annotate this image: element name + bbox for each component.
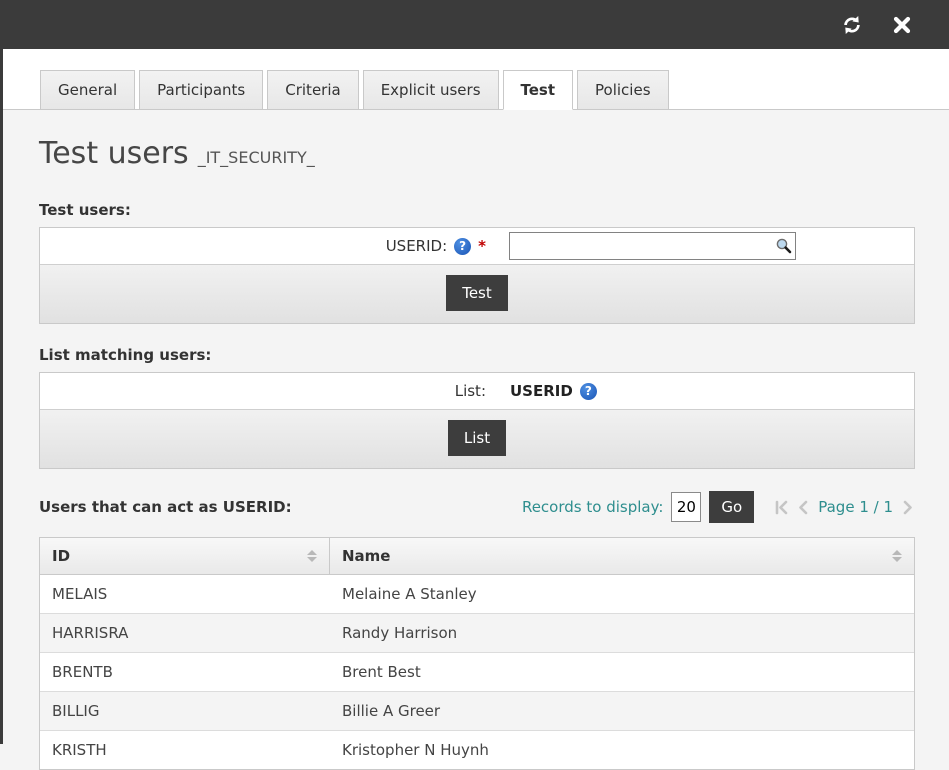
search-icon[interactable] bbox=[775, 237, 792, 254]
tab-participants[interactable]: Participants bbox=[139, 70, 263, 110]
list-label: List: bbox=[455, 382, 486, 400]
cell-name: Brent Best bbox=[330, 653, 914, 691]
pagination: Page 1 / 1 bbox=[774, 498, 915, 516]
content-area: Test users _IT_SECURITY_ Test users: USE… bbox=[0, 136, 949, 769]
column-header-id[interactable]: ID bbox=[40, 538, 330, 574]
userid-help-icon[interactable]: ? bbox=[454, 238, 471, 255]
prev-page-icon[interactable] bbox=[796, 500, 808, 515]
table-row[interactable]: BILLIG Billie A Greer bbox=[40, 692, 914, 731]
userid-label: USERID: bbox=[386, 237, 447, 255]
list-matching-panel: List: USERID ? List bbox=[39, 372, 915, 469]
tab-explicit-users[interactable]: Explicit users bbox=[363, 70, 499, 110]
page-indicator: Page 1 / 1 bbox=[818, 498, 893, 516]
page-title: Test users bbox=[39, 136, 189, 171]
table-row[interactable]: MELAIS Melaine A Stanley bbox=[40, 575, 914, 614]
cell-id: BRENTB bbox=[40, 653, 330, 691]
list-help-icon[interactable]: ? bbox=[580, 383, 597, 400]
list-button[interactable]: List bbox=[448, 420, 506, 456]
cell-id: BILLIG bbox=[40, 692, 330, 730]
cell-id: KRISTH bbox=[40, 731, 330, 769]
next-page-icon[interactable] bbox=[903, 500, 915, 515]
refresh-icon[interactable] bbox=[841, 14, 863, 36]
cell-name: Billie A Greer bbox=[330, 692, 914, 730]
cell-name: Randy Harrison bbox=[330, 614, 914, 652]
table-row[interactable]: BRENTB Brent Best bbox=[40, 653, 914, 692]
results-table: ID Name MELAIS Melaine A Stanley HARRISR… bbox=[39, 537, 915, 770]
table-header-row: ID Name bbox=[40, 538, 914, 575]
page-subtitle: _IT_SECURITY_ bbox=[198, 148, 315, 167]
titlebar bbox=[0, 0, 949, 49]
userid-input[interactable] bbox=[509, 232, 796, 260]
cell-id: HARRISRA bbox=[40, 614, 330, 652]
table-row[interactable]: KRISTH Kristopher N Huynh bbox=[40, 731, 914, 769]
results-heading: Users that can act as USERID: bbox=[39, 498, 292, 516]
test-button[interactable]: Test bbox=[446, 275, 508, 311]
cell-name: Melaine A Stanley bbox=[330, 575, 914, 613]
sort-icon[interactable] bbox=[892, 550, 902, 562]
tab-general[interactable]: General bbox=[40, 70, 135, 110]
column-header-name-label: Name bbox=[342, 547, 390, 565]
first-page-icon[interactable] bbox=[774, 500, 790, 515]
tab-criteria[interactable]: Criteria bbox=[267, 70, 358, 110]
tab-bar: General Participants Criteria Explicit u… bbox=[0, 49, 949, 110]
required-asterisk: * bbox=[478, 237, 486, 255]
tab-policies[interactable]: Policies bbox=[577, 70, 668, 110]
close-icon[interactable] bbox=[893, 16, 911, 34]
go-button[interactable]: Go bbox=[709, 491, 754, 523]
test-users-heading: Test users: bbox=[39, 201, 915, 219]
tab-test[interactable]: Test bbox=[503, 70, 574, 110]
list-value: USERID bbox=[510, 382, 573, 400]
sort-icon[interactable] bbox=[307, 550, 317, 562]
table-row[interactable]: HARRISRA Randy Harrison bbox=[40, 614, 914, 653]
test-users-panel: USERID: ? * Test bbox=[39, 227, 915, 324]
column-header-id-label: ID bbox=[52, 547, 70, 565]
cell-id: MELAIS bbox=[40, 575, 330, 613]
records-to-display-label: Records to display: bbox=[522, 498, 663, 516]
list-matching-heading: List matching users: bbox=[39, 346, 915, 364]
cell-name: Kristopher N Huynh bbox=[330, 731, 914, 769]
window-left-border bbox=[0, 0, 3, 744]
records-input[interactable] bbox=[671, 492, 701, 522]
column-header-name[interactable]: Name bbox=[330, 538, 914, 574]
